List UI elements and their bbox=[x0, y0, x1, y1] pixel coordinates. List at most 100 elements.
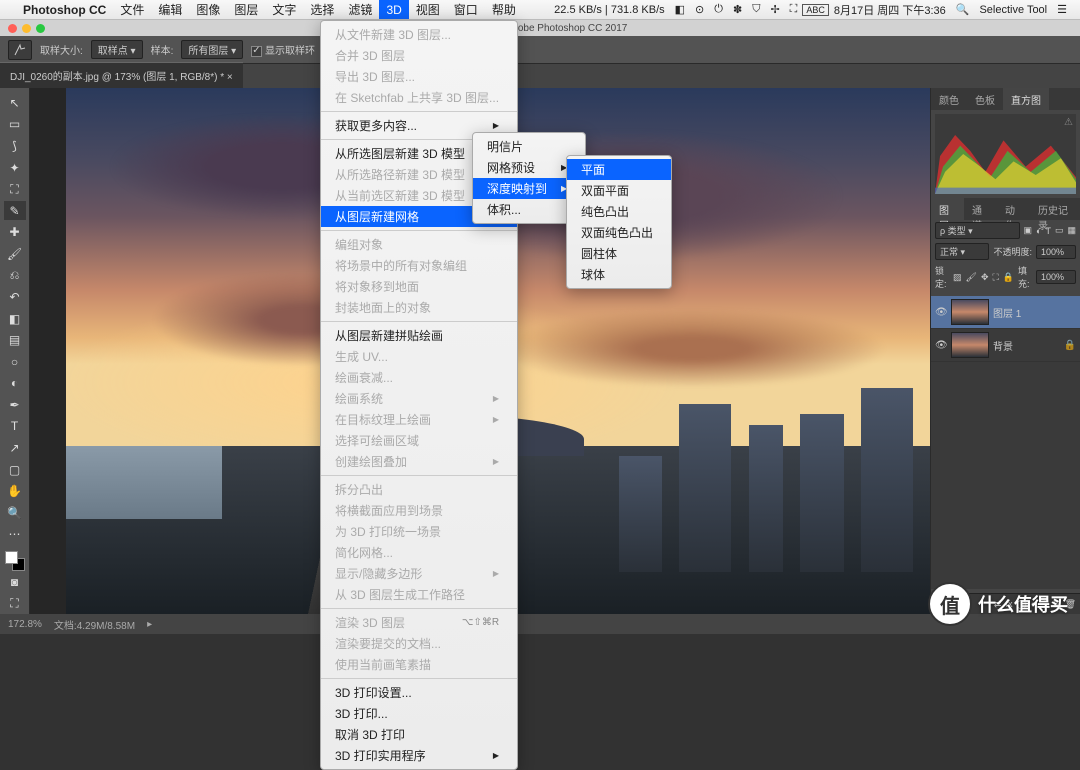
filter-adjust-icon[interactable]: ◐ bbox=[1036, 226, 1041, 236]
move-tool[interactable]: ↖ bbox=[4, 93, 26, 113]
quickmask-tool[interactable]: ◙ bbox=[4, 572, 26, 592]
lasso-tool[interactable]: ⟆ bbox=[4, 136, 26, 156]
menu-3d[interactable]: 3D bbox=[379, 0, 408, 19]
mi-cylinder[interactable]: 圆柱体 bbox=[567, 243, 671, 264]
mi-new-from-file[interactable]: 从文件新建 3D 图层... bbox=[321, 24, 517, 45]
layer-thumb[interactable] bbox=[951, 299, 989, 325]
spotlight-icon[interactable]: 🔍 bbox=[951, 3, 975, 16]
eraser-tool[interactable]: ◧ bbox=[4, 309, 26, 329]
close-button[interactable] bbox=[8, 24, 17, 33]
sample-label: 样本: bbox=[151, 42, 174, 57]
histogram-warn-icon[interactable]: ⚠ bbox=[1064, 117, 1073, 128]
eyedropper-tool[interactable]: ✎ bbox=[4, 201, 26, 221]
layer-kind-filter[interactable]: ρ 类型 ▾ bbox=[935, 222, 1020, 239]
show-ring-checkbox[interactable] bbox=[251, 46, 262, 57]
crop-tool[interactable]: ⛶ bbox=[4, 179, 26, 199]
current-tool-icon[interactable] bbox=[8, 40, 32, 60]
mi-print-set[interactable]: 3D 打印设置... bbox=[321, 682, 517, 703]
mi-cancel-print[interactable]: 取消 3D 打印 bbox=[321, 724, 517, 745]
shape-tool[interactable]: ▢ bbox=[4, 460, 26, 480]
layer-name[interactable]: 图层 1 bbox=[993, 305, 1021, 320]
pen-tool[interactable]: ✒ bbox=[4, 395, 26, 415]
path-tool[interactable]: ↗ bbox=[4, 438, 26, 458]
menu-select[interactable]: 选择 bbox=[303, 0, 341, 19]
menu-edit[interactable]: 编辑 bbox=[151, 0, 189, 19]
visibility-icon[interactable]: 👁 bbox=[935, 307, 947, 318]
sample-size-select[interactable]: 取样点 ▾ bbox=[91, 40, 143, 59]
app-name[interactable]: Photoshop CC bbox=[16, 0, 113, 19]
dodge-tool[interactable]: ◐ bbox=[4, 374, 26, 394]
layer-row[interactable]: 👁 背景 🔒 bbox=[931, 329, 1080, 362]
menu-view[interactable]: 视图 bbox=[409, 0, 447, 19]
zoom-level[interactable]: 172.8% bbox=[8, 619, 42, 630]
layer-row[interactable]: 👁 图层 1 bbox=[931, 296, 1080, 329]
watermark-text: 什么值得买 bbox=[978, 591, 1068, 617]
hand-tool[interactable]: ✋ bbox=[4, 481, 26, 501]
menu-type[interactable]: 文字 bbox=[265, 0, 303, 19]
maximize-button[interactable] bbox=[36, 24, 45, 33]
tab-history[interactable]: 历史记录 bbox=[1030, 198, 1080, 220]
doc-size[interactable]: 文档:4.29M/8.58M bbox=[54, 617, 135, 632]
lock-pos-icon[interactable]: ✥ bbox=[981, 272, 989, 283]
input-abc[interactable]: ABC bbox=[802, 4, 829, 16]
edit-toolbar[interactable]: ⋯ bbox=[4, 525, 26, 545]
mi-print-util[interactable]: 3D 打印实用程序 bbox=[321, 745, 517, 766]
stamp-tool[interactable]: ⎌ bbox=[4, 266, 26, 286]
wand-tool[interactable]: ✦ bbox=[4, 158, 26, 178]
fill-value[interactable]: 100% bbox=[1036, 270, 1076, 284]
mi-paint-sys: 绘画系统 bbox=[321, 388, 517, 409]
minimize-button[interactable] bbox=[22, 24, 31, 33]
status-icon-4: ✽ bbox=[728, 3, 747, 16]
tab-color[interactable]: 颜色 bbox=[931, 88, 967, 110]
heal-tool[interactable]: ✚ bbox=[4, 222, 26, 242]
cloud-icon: ✢ bbox=[765, 3, 784, 16]
menu-window[interactable]: 窗口 bbox=[447, 0, 485, 19]
lock-trans-icon[interactable]: ▨ bbox=[953, 272, 962, 283]
opacity-value[interactable]: 100% bbox=[1036, 245, 1076, 259]
layer-name[interactable]: 背景 bbox=[993, 338, 1013, 353]
menu-file[interactable]: 文件 bbox=[113, 0, 151, 19]
history-brush-tool[interactable]: ↶ bbox=[4, 287, 26, 307]
mi-solid[interactable]: 纯色凸出 bbox=[567, 201, 671, 222]
menu-layer[interactable]: 图层 bbox=[227, 0, 265, 19]
mi-two-solid[interactable]: 双面纯色凸出 bbox=[567, 222, 671, 243]
filter-smart-icon[interactable]: ▦ bbox=[1067, 225, 1076, 236]
filter-pixel-icon[interactable]: ▣ bbox=[1024, 225, 1033, 236]
lock-paint-icon[interactable]: 🖌 bbox=[966, 272, 977, 283]
status-bar: 172.8% 文档:4.29M/8.58M ▸ bbox=[0, 614, 1080, 634]
zoom-tool[interactable]: 🔍 bbox=[4, 503, 26, 523]
gradient-tool[interactable]: ▤ bbox=[4, 330, 26, 350]
menu-help[interactable]: 帮助 bbox=[485, 0, 523, 19]
menu-icon[interactable]: ☰ bbox=[1052, 3, 1072, 16]
blend-mode[interactable]: 正常 ▾ bbox=[935, 243, 989, 260]
tab-swatch[interactable]: 色板 bbox=[967, 88, 1003, 110]
layer-thumb[interactable] bbox=[951, 332, 989, 358]
screenmode-tool[interactable]: ⛶ bbox=[4, 593, 26, 613]
blur-tool[interactable]: ○ bbox=[4, 352, 26, 372]
doc-tab[interactable]: DJI_0260的副本.jpg @ 173% (图层 1, RGB/8*) * … bbox=[0, 62, 243, 88]
fg-bg-colors[interactable] bbox=[5, 551, 25, 571]
type-tool[interactable]: T bbox=[4, 417, 26, 437]
mi-plane[interactable]: 平面 bbox=[567, 159, 671, 180]
tab-histogram[interactable]: 直方图 bbox=[1003, 88, 1049, 110]
sample-select[interactable]: 所有图层 ▾ bbox=[181, 40, 243, 59]
filter-shape-icon[interactable]: ▭ bbox=[1055, 225, 1064, 236]
mi-simplify: 简化网格... bbox=[321, 542, 517, 563]
mi-print[interactable]: 3D 打印... bbox=[321, 703, 517, 724]
tab-channels[interactable]: 通道 bbox=[964, 198, 997, 220]
mi-two-plane[interactable]: 双面平面 bbox=[567, 180, 671, 201]
visibility-icon[interactable]: 👁 bbox=[935, 340, 947, 351]
mi-collage[interactable]: 从图层新建拼贴绘画 bbox=[321, 325, 517, 346]
menu-image[interactable]: 图像 bbox=[189, 0, 227, 19]
menu-filter[interactable]: 滤镜 bbox=[341, 0, 379, 19]
brush-tool[interactable]: 🖌 bbox=[4, 244, 26, 264]
document-tabs: DJI_0260的副本.jpg @ 173% (图层 1, RGB/8*) * … bbox=[0, 64, 1080, 88]
lock-all-icon[interactable]: 🔒 bbox=[1003, 272, 1014, 283]
filter-type-icon[interactable]: T bbox=[1045, 226, 1051, 236]
tab-actions[interactable]: 动作 bbox=[997, 198, 1030, 220]
mi-postcard[interactable]: 明信片 bbox=[473, 136, 585, 157]
lock-nest-icon[interactable]: ⛶ bbox=[992, 272, 998, 283]
mi-sphere[interactable]: 球体 bbox=[567, 264, 671, 285]
marquee-tool[interactable]: ▭ bbox=[4, 115, 26, 135]
tab-layers[interactable]: 图层 bbox=[931, 198, 964, 220]
